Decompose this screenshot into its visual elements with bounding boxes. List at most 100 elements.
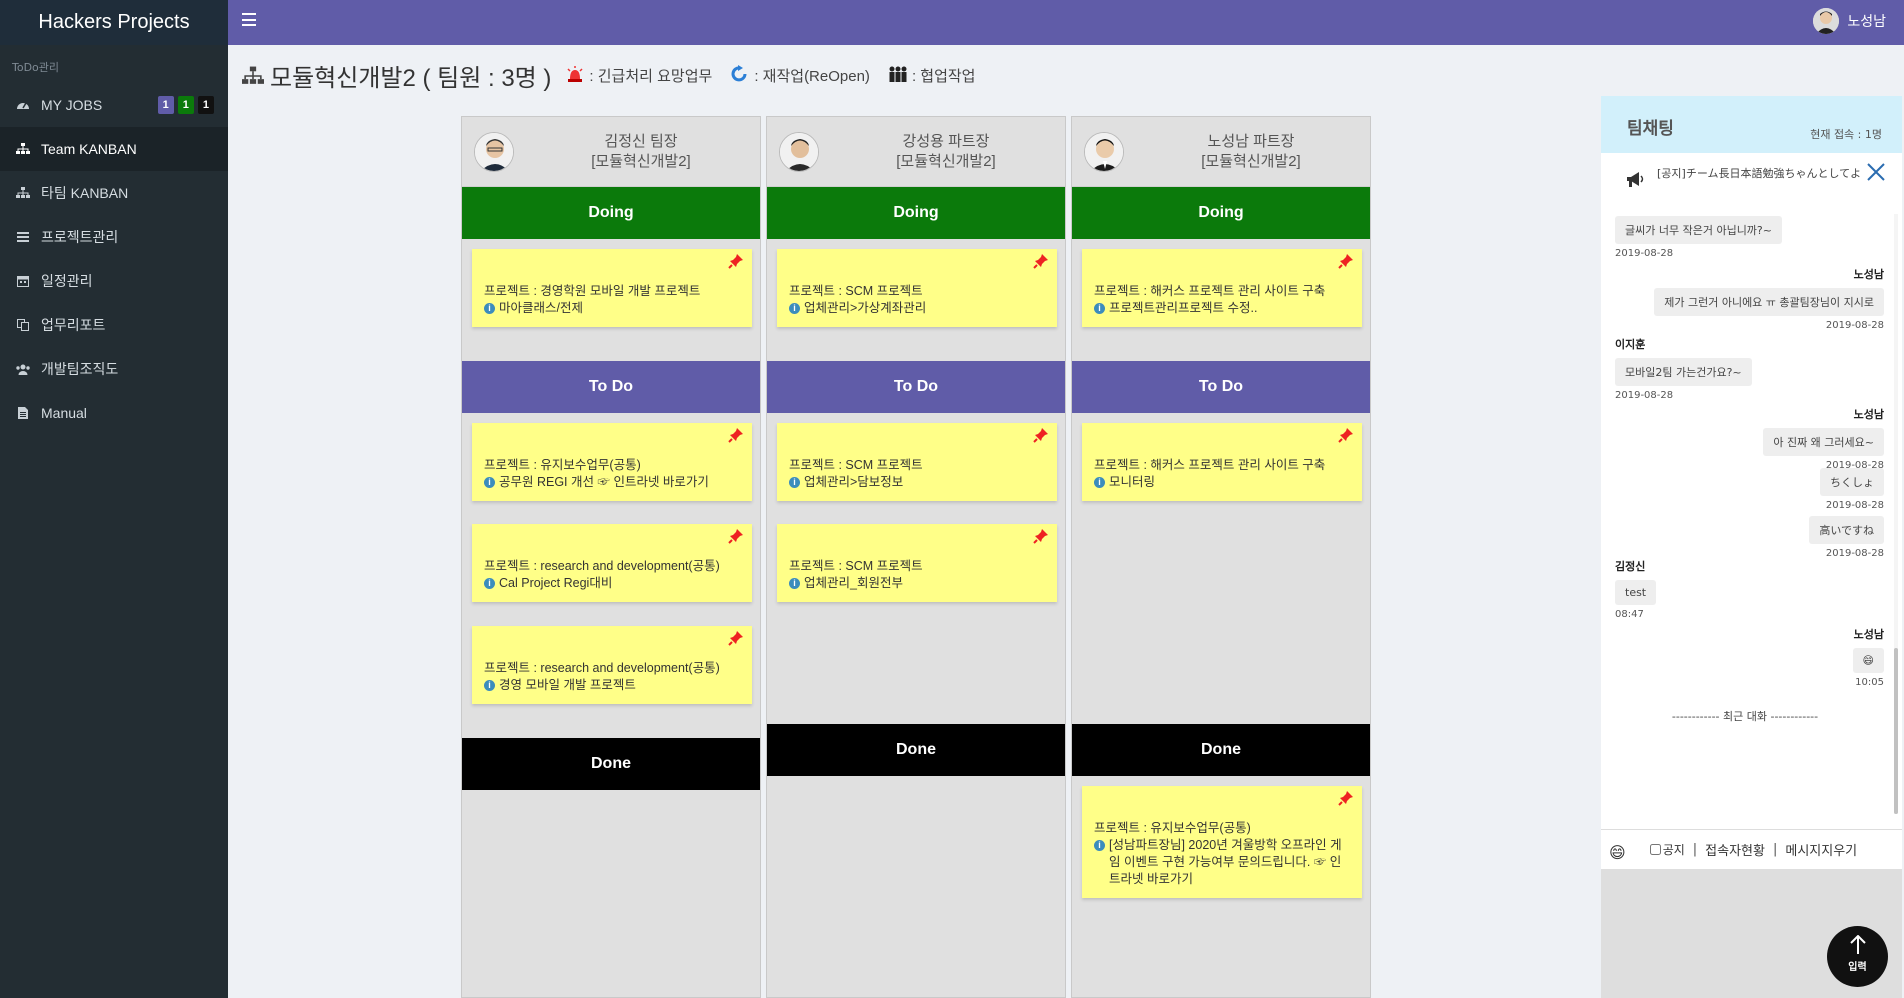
top-navbar: 노성남 [228,0,1904,45]
member-team: [모듈혁신개발2] [896,152,996,170]
chat-message: 이지훈 모바일2팀 가는건가요?~ 2019-08-28 [1615,336,1752,401]
lane-doing-header: Doing [1072,187,1370,239]
avatar [779,131,819,172]
sidebar-item-manual[interactable]: Manual [0,391,228,435]
sender-name: 이지훈 [1615,338,1646,351]
online-users-link[interactable]: 접속자현황 [1705,840,1765,859]
task-card[interactable]: 프로젝트 : SCM 프로젝트 i 업체관리_회원전부 [777,524,1057,602]
task-card[interactable]: 프로젝트 : research and development(공통) i 경영 … [472,626,752,704]
column-header: 강성용 파트장 [모듈혁신개발2] [767,117,1065,187]
lane-todo-header: To Do [767,361,1065,413]
card-project: 프로젝트 : research and development(공통) [484,559,720,573]
reopen-icon [730,64,750,87]
chat-message: 노성남 제가 그런거 아니에요 ㅠ 총괄팀장님이 지시로 2019-08-28 [1654,266,1884,331]
message-date: 2019-08-28 [1615,248,1674,259]
chat-header: 팀채팅 현재 접속 : 1명 [1601,96,1902,153]
task-card[interactable]: 프로젝트 : 해커스 프로젝트 관리 사이트 구축 i 프로젝트관리프로젝트 수정… [1082,249,1362,327]
chat-scrollbar[interactable] [1894,214,1898,814]
user-menu[interactable]: 노성남 [1813,8,1886,34]
task-card[interactable]: 프로젝트 : research and development(공통) i Cal… [472,524,752,602]
legend-urgent: : 긴급처리 요망업무 [565,65,712,87]
card-task: 업체관리>담보정보 [804,475,904,489]
lane-done-header: Done [767,724,1065,776]
message-date: 08:47 [1615,609,1644,620]
info-icon: i [789,303,800,314]
message-bubble: 😄 [1852,648,1884,673]
chat-message: 노성남 😄 10:05 [1852,626,1884,688]
badge-done-count: 1 [197,96,214,114]
sidebar-item-label: 타팀 KANBAN [41,185,129,201]
pin-icon[interactable] [1338,790,1354,806]
send-label: 입력 [1848,962,1867,973]
users-icon [16,362,30,376]
pin-icon[interactable] [728,630,744,646]
message-bubble: 모바일2팀 가는건가요?~ [1615,358,1752,386]
sidebar-item-my-jobs[interactable]: MY JOBS 1 1 1 [0,83,228,127]
notice-checkbox[interactable]: 공지 [1649,841,1685,858]
task-card[interactable]: 프로젝트 : 경영학원 모바일 개발 프로젝트 i 마아클래스/전제 [472,249,752,327]
file-icon [16,406,30,420]
lane-doing-header: Doing [767,187,1065,239]
sender-name: 노성남 [1853,268,1884,281]
emoji-icon[interactable]: 😄 [1609,843,1626,862]
kanban-column: 노성남 파트장 [모듈혁신개발2] Doing 프로젝트 : 해커스 프로젝트 관… [1071,116,1371,998]
sidebar-item-schedule[interactable]: 일정관리 [0,259,228,303]
task-card[interactable]: 프로젝트 : SCM 프로젝트 i 업체관리>가상계좌관리 [777,249,1057,327]
member-name: 노성남 파트장 [1207,132,1295,150]
pin-icon[interactable] [1033,528,1049,544]
dashboard-icon [16,98,30,112]
kanban-column: 김정신 팀장 [모듈혁신개발2] Doing 프로젝트 : 경영학원 모바일 개발… [461,116,761,998]
chat-notice: [공지]チーム長日本語勉強ちゃんとしてよ [1601,153,1902,208]
legend-label: : 협업작업 [911,68,976,85]
card-project: 프로젝트 : research and development(공통) [484,661,720,675]
sidebar-item-other-team-kanban[interactable]: 타팀 KANBAN [0,171,228,215]
pin-icon[interactable] [1338,427,1354,443]
sidebar-item-work-report[interactable]: 업무리포트 [0,303,228,347]
card-project: 프로젝트 : 해커스 프로젝트 관리 사이트 구축 [1094,458,1326,472]
card-project: 프로젝트 : SCM 프로젝트 [789,284,923,298]
pin-icon[interactable] [1033,427,1049,443]
sidebar-item-project-management[interactable]: 프로젝트관리 [0,215,228,259]
info-icon: i [789,477,800,488]
brand-logo[interactable]: Hackers Projects [0,0,228,45]
sender-name: 노성남 [1853,628,1884,641]
member-team: [모듈혁신개발2] [1201,152,1301,170]
task-card[interactable]: 프로젝트 : SCM 프로젝트 i 업체관리>담보정보 [777,423,1057,501]
team-chat-panel: 팀채팅 현재 접속 : 1명 [공지]チーム長日本語勉強ちゃんとしてよ 글씨가 … [1601,96,1902,998]
menu-toggle-icon[interactable] [242,13,256,26]
send-button[interactable]: 입력 [1827,926,1888,987]
card-task: 공무원 REGI 개선 ☞ 인트라넷 바로가기 [499,475,709,489]
pin-icon[interactable] [728,427,744,443]
chat-title: 팀채팅 [1627,119,1674,139]
legend-label: : 긴급처리 요망업무 [589,68,713,85]
pin-icon[interactable] [728,253,744,269]
column-header: 노성남 파트장 [모듈혁신개발2] [1072,117,1370,187]
card-project: 프로젝트 : SCM 프로젝트 [789,458,923,472]
megaphone-icon [1625,171,1645,192]
pin-icon[interactable] [1338,253,1354,269]
sidebar-item-team-kanban[interactable]: Team KANBAN [0,127,228,171]
info-icon: i [484,578,495,589]
sidebar-item-label: 일정관리 [41,273,93,289]
sidebar-item-org-chart[interactable]: 개발팀조직도 [0,347,228,391]
message-date: 2019-08-28 [1825,548,1884,559]
legend: : 긴급처리 요망업무 : 재작업(ReOpen) : 협업작업 [565,64,987,87]
pin-icon[interactable] [1033,253,1049,269]
task-card[interactable]: 프로젝트 : 유지보수업무(공통) i [성남파트장님] 2020년 겨울방학 오… [1082,786,1362,898]
task-card[interactable]: 프로젝트 : 해커스 프로젝트 관리 사이트 구축 i 모니터링 [1082,423,1362,501]
page-title: 모듈혁신개발2 ( 팀원 : 3명 ) [270,65,552,92]
notice-checkbox-input[interactable] [1649,844,1661,855]
message-bubble: 글씨가 너무 작은거 아닙니까?~ [1615,216,1782,244]
sidebar: Hackers Projects ToDo관리 MY JOBS 1 1 1 Te… [0,0,228,998]
task-card[interactable]: 프로젝트 : 유지보수업무(공통) i 공무원 REGI 개선 ☞ 인트라넷 바로… [472,423,752,501]
chat-message: 高いですね 2019-08-28 [1809,516,1884,559]
sidebar-item-label: 업무리포트 [41,317,106,333]
message-date: 10:05 [1855,677,1884,688]
message-date: 2019-08-28 [1615,390,1674,401]
page-title-bar: 모듈혁신개발2 ( 팀원 : 3명 ) : 긴급처리 요망업무 : 재작업(Re… [242,58,987,93]
info-icon: i [484,303,495,314]
pin-icon[interactable] [728,528,744,544]
card-task: Cal Project Regi대비 [499,576,613,590]
close-icon[interactable] [1867,163,1885,184]
clear-messages-link[interactable]: 메시지지우기 [1785,840,1857,859]
